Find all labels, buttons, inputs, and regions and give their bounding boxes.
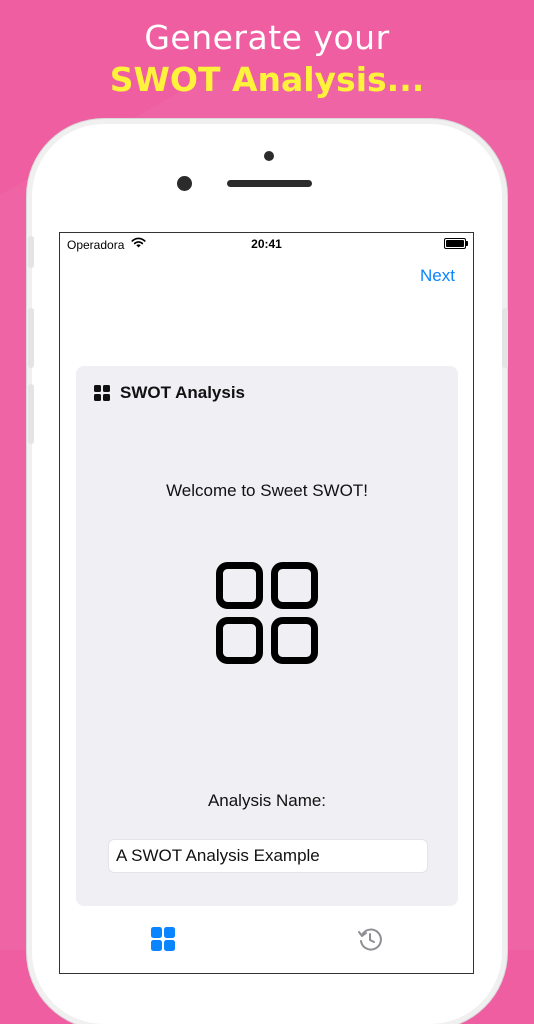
promo-headline: Generate your (144, 18, 390, 57)
battery-cap (466, 241, 468, 246)
app-screen: Operadora 20:41 Next SWOT Analysis Welco… (59, 232, 474, 974)
battery-icon (444, 238, 466, 249)
swot-card: SWOT Analysis Welcome to Sweet SWOT! Ana… (76, 366, 458, 906)
analysis-name-label: Analysis Name: (207, 791, 327, 810)
phone-power-button (502, 308, 508, 368)
battery-level (446, 240, 464, 247)
next-button[interactable]: Next (420, 266, 455, 286)
grid-icon (94, 385, 110, 401)
phone-volume-up (28, 308, 34, 368)
status-time: 20:41 (251, 237, 282, 251)
phone-camera (177, 176, 192, 191)
welcome-message: Welcome to Sweet SWOT! (166, 481, 368, 500)
phone-speaker (227, 180, 312, 187)
phone-volume-down (28, 384, 34, 444)
phone-sensor (264, 151, 274, 161)
tab-history-icon[interactable] (357, 926, 383, 952)
promo-highlight: SWOT Analysis... (109, 60, 425, 99)
analysis-name-input[interactable] (108, 839, 428, 873)
status-bar: Operadora 20:41 (60, 233, 473, 255)
card-title: SWOT Analysis (120, 383, 246, 402)
swot-grid-icon (216, 562, 318, 664)
tab-grid-icon[interactable] (150, 926, 176, 952)
phone-side-button (28, 236, 34, 268)
